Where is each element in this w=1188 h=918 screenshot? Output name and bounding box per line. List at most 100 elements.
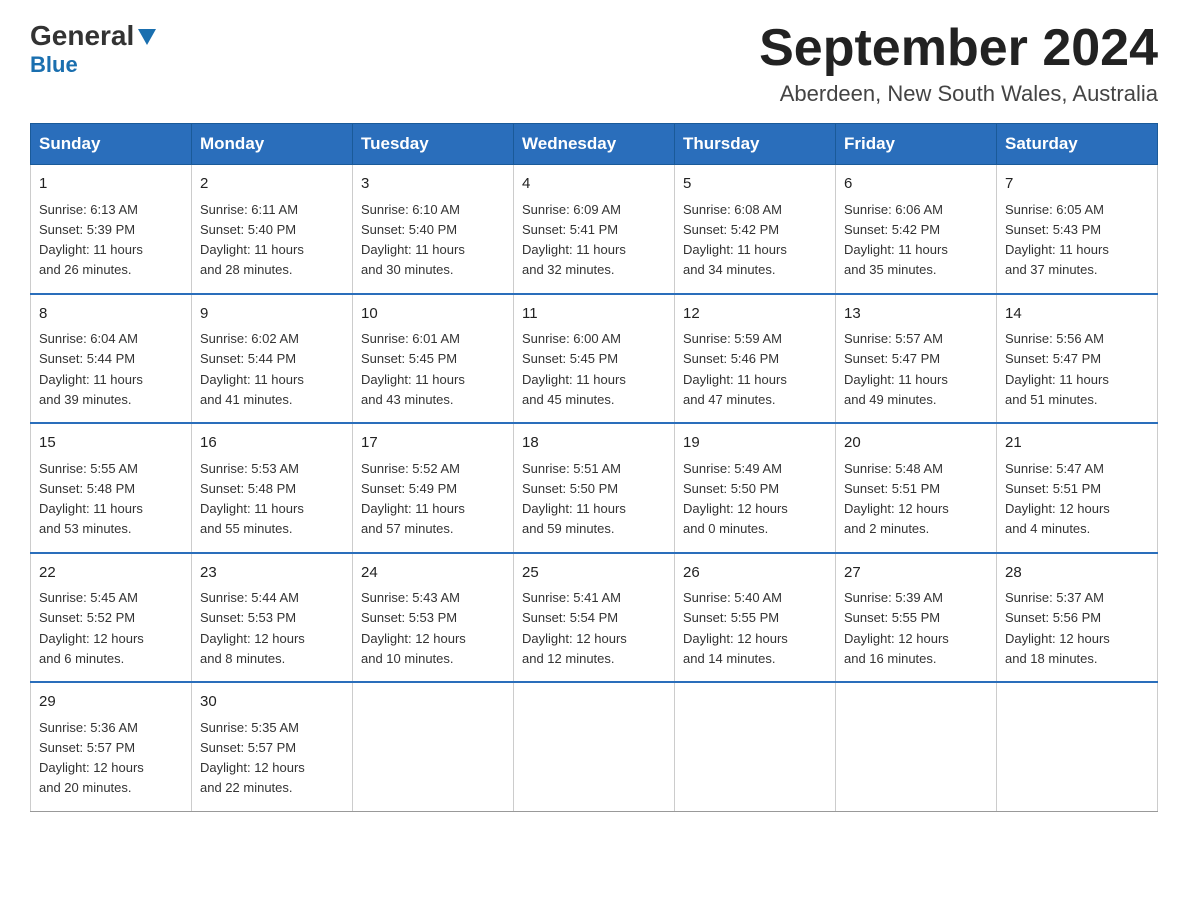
calendar-header-wednesday: Wednesday <box>514 124 675 165</box>
day-info: Sunrise: 5:51 AMSunset: 5:50 PMDaylight:… <box>522 461 626 537</box>
day-number: 18 <box>522 432 666 455</box>
calendar-header-thursday: Thursday <box>675 124 836 165</box>
calendar-cell: 18 Sunrise: 5:51 AMSunset: 5:50 PMDaylig… <box>514 423 675 553</box>
day-info: Sunrise: 5:37 AMSunset: 5:56 PMDaylight:… <box>1005 590 1110 666</box>
day-number: 20 <box>844 432 988 455</box>
main-title: September 2024 <box>759 20 1158 77</box>
day-info: Sunrise: 5:40 AMSunset: 5:55 PMDaylight:… <box>683 590 788 666</box>
day-info: Sunrise: 6:08 AMSunset: 5:42 PMDaylight:… <box>683 202 787 278</box>
day-number: 9 <box>200 303 344 326</box>
day-number: 12 <box>683 303 827 326</box>
calendar-cell: 23 Sunrise: 5:44 AMSunset: 5:53 PMDaylig… <box>192 553 353 683</box>
day-info: Sunrise: 6:10 AMSunset: 5:40 PMDaylight:… <box>361 202 465 278</box>
day-number: 16 <box>200 432 344 455</box>
day-info: Sunrise: 5:48 AMSunset: 5:51 PMDaylight:… <box>844 461 949 537</box>
day-number: 8 <box>39 303 183 326</box>
day-info: Sunrise: 6:13 AMSunset: 5:39 PMDaylight:… <box>39 202 143 278</box>
day-info: Sunrise: 6:04 AMSunset: 5:44 PMDaylight:… <box>39 331 143 407</box>
day-info: Sunrise: 6:09 AMSunset: 5:41 PMDaylight:… <box>522 202 626 278</box>
day-number: 6 <box>844 173 988 196</box>
day-info: Sunrise: 5:57 AMSunset: 5:47 PMDaylight:… <box>844 331 948 407</box>
calendar-cell: 7 Sunrise: 6:05 AMSunset: 5:43 PMDayligh… <box>997 165 1158 294</box>
day-number: 3 <box>361 173 505 196</box>
calendar-header-saturday: Saturday <box>997 124 1158 165</box>
calendar-cell: 3 Sunrise: 6:10 AMSunset: 5:40 PMDayligh… <box>353 165 514 294</box>
calendar-cell: 12 Sunrise: 5:59 AMSunset: 5:46 PMDaylig… <box>675 294 836 424</box>
calendar-cell: 27 Sunrise: 5:39 AMSunset: 5:55 PMDaylig… <box>836 553 997 683</box>
calendar-cell: 14 Sunrise: 5:56 AMSunset: 5:47 PMDaylig… <box>997 294 1158 424</box>
calendar-week-row: 29 Sunrise: 5:36 AMSunset: 5:57 PMDaylig… <box>31 682 1158 811</box>
day-info: Sunrise: 5:43 AMSunset: 5:53 PMDaylight:… <box>361 590 466 666</box>
day-info: Sunrise: 5:53 AMSunset: 5:48 PMDaylight:… <box>200 461 304 537</box>
calendar-cell: 25 Sunrise: 5:41 AMSunset: 5:54 PMDaylig… <box>514 553 675 683</box>
day-info: Sunrise: 5:41 AMSunset: 5:54 PMDaylight:… <box>522 590 627 666</box>
calendar-cell: 22 Sunrise: 5:45 AMSunset: 5:52 PMDaylig… <box>31 553 192 683</box>
day-number: 14 <box>1005 303 1149 326</box>
calendar-cell: 15 Sunrise: 5:55 AMSunset: 5:48 PMDaylig… <box>31 423 192 553</box>
day-info: Sunrise: 6:01 AMSunset: 5:45 PMDaylight:… <box>361 331 465 407</box>
calendar-table: SundayMondayTuesdayWednesdayThursdayFrid… <box>30 123 1158 812</box>
day-number: 13 <box>844 303 988 326</box>
day-info: Sunrise: 5:36 AMSunset: 5:57 PMDaylight:… <box>39 720 144 796</box>
day-info: Sunrise: 5:52 AMSunset: 5:49 PMDaylight:… <box>361 461 465 537</box>
day-number: 26 <box>683 562 827 585</box>
calendar-week-row: 22 Sunrise: 5:45 AMSunset: 5:52 PMDaylig… <box>31 553 1158 683</box>
day-number: 27 <box>844 562 988 585</box>
day-info: Sunrise: 5:55 AMSunset: 5:48 PMDaylight:… <box>39 461 143 537</box>
calendar-cell: 21 Sunrise: 5:47 AMSunset: 5:51 PMDaylig… <box>997 423 1158 553</box>
calendar-cell: 17 Sunrise: 5:52 AMSunset: 5:49 PMDaylig… <box>353 423 514 553</box>
day-info: Sunrise: 6:11 AMSunset: 5:40 PMDaylight:… <box>200 202 304 278</box>
day-number: 4 <box>522 173 666 196</box>
calendar-cell: 4 Sunrise: 6:09 AMSunset: 5:41 PMDayligh… <box>514 165 675 294</box>
day-info: Sunrise: 5:56 AMSunset: 5:47 PMDaylight:… <box>1005 331 1109 407</box>
calendar-cell: 11 Sunrise: 6:00 AMSunset: 5:45 PMDaylig… <box>514 294 675 424</box>
calendar-cell <box>353 682 514 811</box>
calendar-cell: 10 Sunrise: 6:01 AMSunset: 5:45 PMDaylig… <box>353 294 514 424</box>
day-number: 10 <box>361 303 505 326</box>
calendar-cell: 2 Sunrise: 6:11 AMSunset: 5:40 PMDayligh… <box>192 165 353 294</box>
day-info: Sunrise: 5:49 AMSunset: 5:50 PMDaylight:… <box>683 461 788 537</box>
calendar-header-friday: Friday <box>836 124 997 165</box>
calendar-week-row: 15 Sunrise: 5:55 AMSunset: 5:48 PMDaylig… <box>31 423 1158 553</box>
calendar-cell: 30 Sunrise: 5:35 AMSunset: 5:57 PMDaylig… <box>192 682 353 811</box>
logo-arrow-icon <box>136 25 158 47</box>
day-number: 7 <box>1005 173 1149 196</box>
day-info: Sunrise: 6:02 AMSunset: 5:44 PMDaylight:… <box>200 331 304 407</box>
calendar-cell: 29 Sunrise: 5:36 AMSunset: 5:57 PMDaylig… <box>31 682 192 811</box>
calendar-cell <box>675 682 836 811</box>
day-number: 22 <box>39 562 183 585</box>
day-number: 24 <box>361 562 505 585</box>
title-block: September 2024 Aberdeen, New South Wales… <box>759 20 1158 107</box>
calendar-cell: 20 Sunrise: 5:48 AMSunset: 5:51 PMDaylig… <box>836 423 997 553</box>
day-info: Sunrise: 5:59 AMSunset: 5:46 PMDaylight:… <box>683 331 787 407</box>
calendar-cell <box>514 682 675 811</box>
day-number: 19 <box>683 432 827 455</box>
day-number: 25 <box>522 562 666 585</box>
day-number: 30 <box>200 691 344 714</box>
calendar-cell <box>836 682 997 811</box>
day-info: Sunrise: 5:35 AMSunset: 5:57 PMDaylight:… <box>200 720 305 796</box>
day-info: Sunrise: 5:39 AMSunset: 5:55 PMDaylight:… <box>844 590 949 666</box>
calendar-cell: 13 Sunrise: 5:57 AMSunset: 5:47 PMDaylig… <box>836 294 997 424</box>
day-number: 21 <box>1005 432 1149 455</box>
day-number: 23 <box>200 562 344 585</box>
day-info: Sunrise: 6:00 AMSunset: 5:45 PMDaylight:… <box>522 331 626 407</box>
calendar-cell: 9 Sunrise: 6:02 AMSunset: 5:44 PMDayligh… <box>192 294 353 424</box>
logo: General Blue <box>30 20 158 78</box>
page-header: General Blue September 2024 Aberdeen, Ne… <box>30 20 1158 107</box>
calendar-cell: 28 Sunrise: 5:37 AMSunset: 5:56 PMDaylig… <box>997 553 1158 683</box>
logo-blue-text: Blue <box>30 52 78 78</box>
day-number: 1 <box>39 173 183 196</box>
calendar-cell: 6 Sunrise: 6:06 AMSunset: 5:42 PMDayligh… <box>836 165 997 294</box>
day-number: 29 <box>39 691 183 714</box>
day-info: Sunrise: 5:44 AMSunset: 5:53 PMDaylight:… <box>200 590 305 666</box>
calendar-cell: 24 Sunrise: 5:43 AMSunset: 5:53 PMDaylig… <box>353 553 514 683</box>
calendar-cell: 5 Sunrise: 6:08 AMSunset: 5:42 PMDayligh… <box>675 165 836 294</box>
calendar-week-row: 8 Sunrise: 6:04 AMSunset: 5:44 PMDayligh… <box>31 294 1158 424</box>
day-info: Sunrise: 6:05 AMSunset: 5:43 PMDaylight:… <box>1005 202 1109 278</box>
calendar-week-row: 1 Sunrise: 6:13 AMSunset: 5:39 PMDayligh… <box>31 165 1158 294</box>
day-info: Sunrise: 6:06 AMSunset: 5:42 PMDaylight:… <box>844 202 948 278</box>
calendar-header-monday: Monday <box>192 124 353 165</box>
day-number: 17 <box>361 432 505 455</box>
calendar-cell: 1 Sunrise: 6:13 AMSunset: 5:39 PMDayligh… <box>31 165 192 294</box>
